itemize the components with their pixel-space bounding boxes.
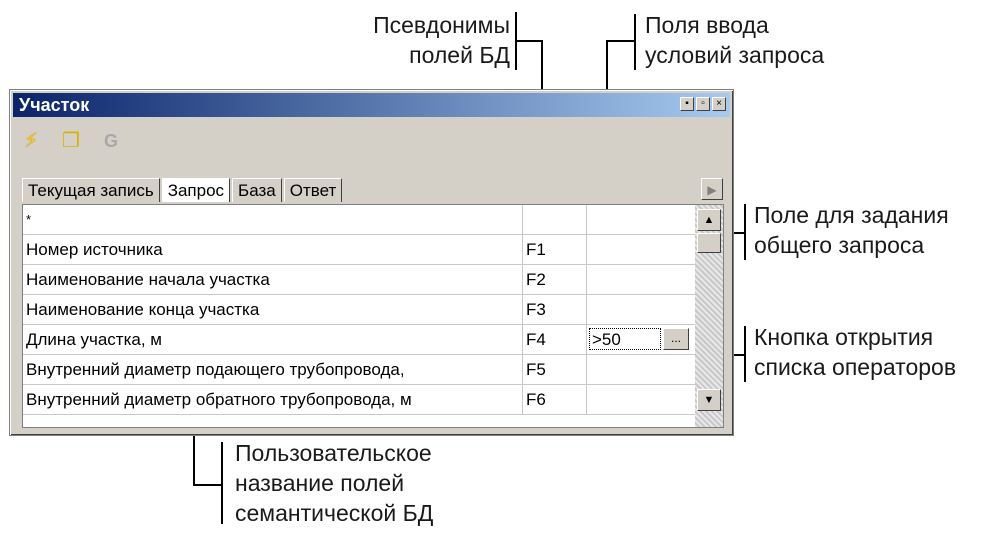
field-name-cell: Внутренний диаметр подающего трубопровод…	[23, 355, 523, 385]
plot-window: Участок ▪ ▫ × ⚡ ❐ G Текущая запись Запро…	[9, 89, 734, 436]
annotation-operators-line1: Кнопка открытия	[754, 324, 934, 350]
tab-strip: Текущая запись Запрос База Ответ	[22, 178, 344, 202]
table-row[interactable]: Наименование начала участка F2	[23, 265, 695, 295]
leader-user-h	[193, 484, 223, 486]
annotation-aliases-line1: Псевдонимы	[373, 12, 510, 38]
field-name-cell: Длина участка, м	[23, 325, 523, 355]
table-row[interactable]: Внутренний диаметр подающего трубопровод…	[23, 355, 695, 385]
field-name-cell: Наименование начала участка	[23, 265, 523, 295]
scroll-up-icon[interactable]: ▲	[697, 209, 721, 231]
close-button[interactable]: ×	[712, 97, 726, 111]
field-name-cell: *	[23, 205, 523, 235]
tab-answer[interactable]: Ответ	[283, 178, 343, 202]
condition-field[interactable]	[587, 235, 695, 265]
copy-folder-icon[interactable]: ❐	[58, 129, 84, 153]
annotation-input-line1: Поля ввода	[645, 12, 769, 38]
table-row[interactable]: Внутренний диаметр обратного трубопровод…	[23, 385, 695, 415]
annotation-input-line2: условий запроса	[645, 42, 825, 68]
leader-input-h	[606, 40, 636, 42]
alias-cell	[523, 205, 587, 235]
alias-cell: F5	[523, 355, 587, 385]
annotation-operators-line2: списка операторов	[754, 354, 957, 380]
toolbar: ⚡ ❐ G	[18, 126, 124, 156]
condition-field[interactable]	[587, 265, 695, 295]
tab-base[interactable]: База	[232, 178, 282, 202]
annotation-user-line3: семантической БД	[235, 500, 434, 526]
minimize-button[interactable]: ▪	[680, 97, 694, 111]
condition-field[interactable]	[587, 385, 695, 415]
vertical-scrollbar[interactable]: ▲ ▼	[695, 205, 723, 427]
scroll-down-icon[interactable]: ▼	[697, 389, 721, 411]
alias-cell: F4	[523, 325, 587, 355]
leader-aliases-h	[515, 40, 543, 42]
title-bar-buttons: ▪ ▫ ×	[680, 97, 726, 111]
annotation-general-query: Поле для задания общего запроса	[754, 200, 949, 260]
condition-field[interactable]	[587, 295, 695, 325]
window-title: Участок	[19, 95, 90, 115]
lightning-icon[interactable]: ⚡	[18, 129, 44, 153]
table-row[interactable]: Наименование конца участка F3	[23, 295, 695, 325]
table-row[interactable]: *	[23, 205, 695, 235]
annotation-aliases-line2: полей БД	[409, 42, 510, 68]
general-query-field[interactable]	[587, 205, 695, 235]
leader-input-v1	[634, 14, 636, 70]
g-icon[interactable]: G	[98, 129, 124, 153]
annotation-general-line2: общего запроса	[754, 232, 925, 258]
annotation-input-fields: Поля ввода условий запроса	[645, 10, 824, 70]
condition-input[interactable]: >50	[589, 328, 661, 350]
annotation-operators-button: Кнопка открытия списка операторов	[754, 322, 956, 382]
field-name-cell: Номер источника	[23, 235, 523, 265]
leader-user-v1	[221, 442, 223, 524]
condition-field[interactable]	[587, 355, 695, 385]
annotation-general-line1: Поле для задания	[754, 202, 949, 228]
alias-cell: F3	[523, 295, 587, 325]
annotation-user-name: Пользовательское название полей семантич…	[235, 438, 433, 528]
restore-button[interactable]: ▫	[696, 97, 710, 111]
alias-cell: F1	[523, 235, 587, 265]
query-grid: * Номер источника F1 Наименование начала…	[22, 204, 724, 428]
tab-current-record[interactable]: Текущая запись	[22, 178, 160, 202]
title-bar: Участок ▪ ▫ ×	[13, 93, 730, 117]
scroll-thumb[interactable]	[697, 233, 721, 253]
table-row[interactable]: Длина участка, м F4 >50 ...	[23, 325, 695, 355]
annotation-user-line2: название полей	[235, 470, 405, 496]
field-name-cell: Внутренний диаметр обратного трубопровод…	[23, 385, 523, 415]
alias-cell: F2	[523, 265, 587, 295]
field-name-cell: Наименование конца участка	[23, 295, 523, 325]
annotation-user-line1: Пользовательское	[235, 440, 432, 466]
alias-cell: F6	[523, 385, 587, 415]
annotation-aliases: Псевдонимы полей БД	[320, 10, 510, 70]
condition-cell-active: >50 ...	[587, 325, 695, 355]
tab-query[interactable]: Запрос	[161, 178, 231, 202]
tab-scroll-right-icon[interactable]: ▶	[701, 178, 723, 200]
table-row[interactable]: Номер источника F1	[23, 235, 695, 265]
operators-list-button[interactable]: ...	[663, 328, 689, 350]
